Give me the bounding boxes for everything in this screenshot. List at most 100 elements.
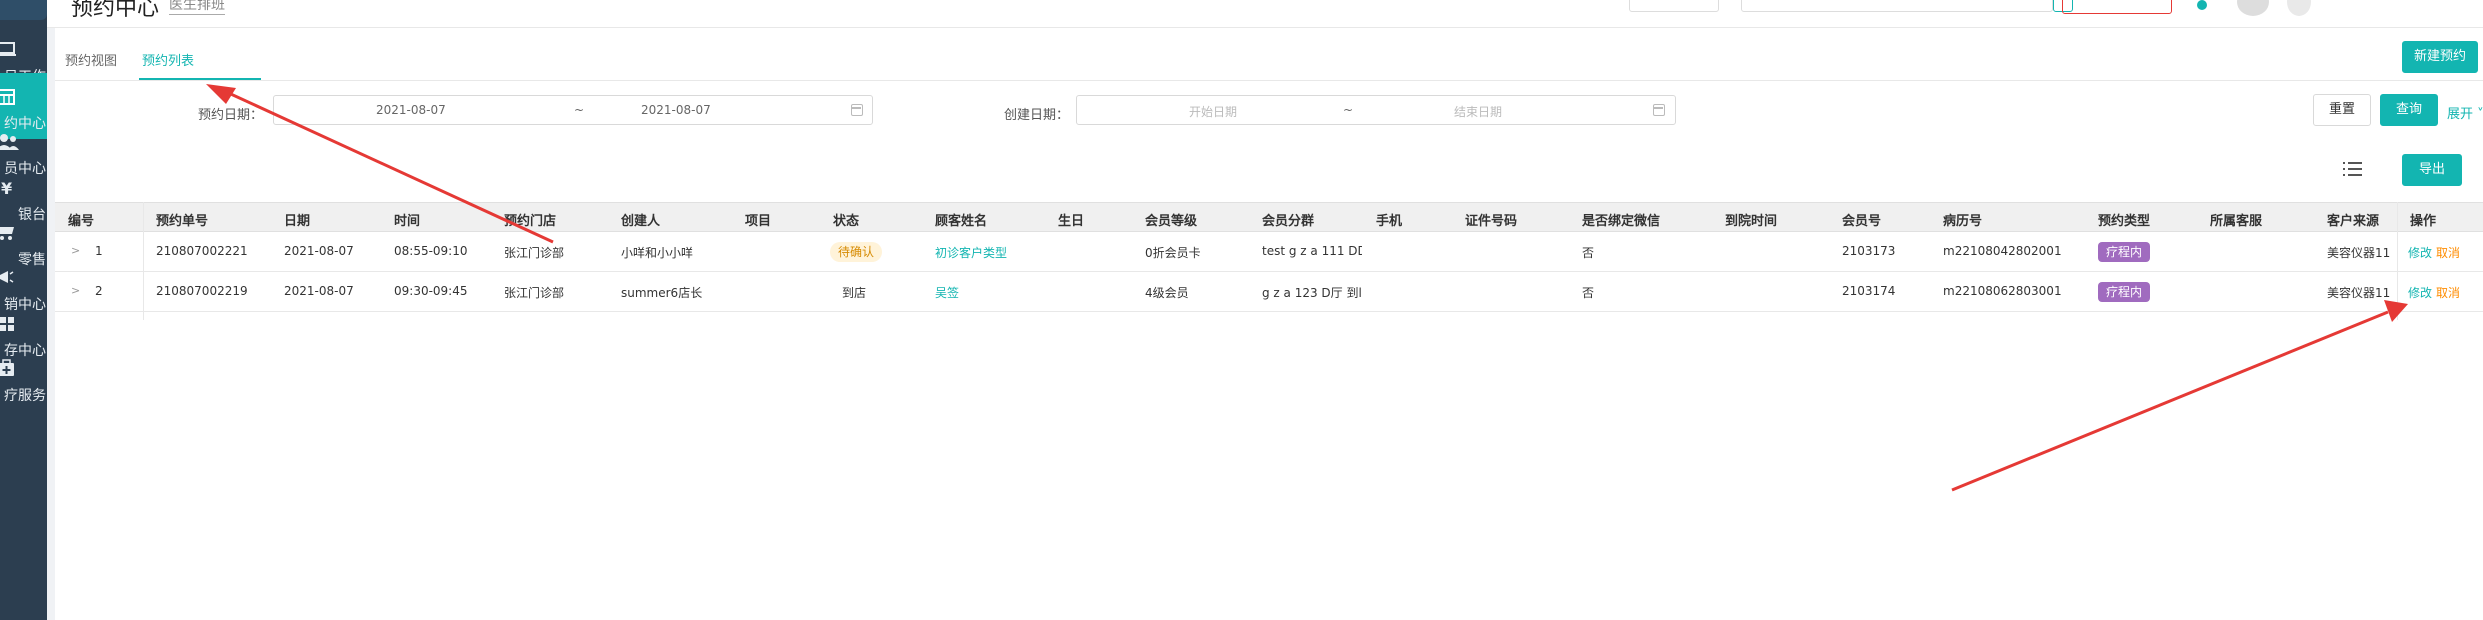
cell-order-no: 210807002219 xyxy=(156,284,248,298)
medkit-icon xyxy=(0,359,22,379)
col-service-staff: 所属客服 xyxy=(2210,214,2263,229)
table-row[interactable]: > 1 210807002221 2021-08-07 08:55-09:10 … xyxy=(55,232,2483,272)
cell-store: 张江门诊部 xyxy=(504,286,565,300)
col-member-no: 会员号 xyxy=(1842,214,1882,229)
cell-time: 09:30-09:45 xyxy=(394,284,468,298)
col-project: 项目 xyxy=(745,214,772,229)
query-button[interactable]: 查询 xyxy=(2380,94,2438,126)
range-separator: ~ xyxy=(574,103,585,117)
cell-index: 1 xyxy=(95,244,103,258)
col-member-level: 会员等级 xyxy=(1145,214,1198,229)
status-text: 到店 xyxy=(842,286,867,300)
col-id-number: 证件号码 xyxy=(1465,214,1518,229)
cell-member-no: 2103174 xyxy=(1842,284,1896,298)
cell-wechat-bound: 否 xyxy=(1582,286,1595,300)
col-creator: 创建人 xyxy=(621,214,661,229)
range-separator: ~ xyxy=(1343,103,1354,117)
edit-link[interactable]: 修改 xyxy=(2408,286,2432,300)
cell-date: 2021-08-07 xyxy=(284,284,354,298)
col-source: 客户来源 xyxy=(2327,214,2380,229)
reset-button[interactable]: 重置 xyxy=(2313,94,2371,126)
cell-order-no: 210807002221 xyxy=(156,244,248,258)
megaphone-icon xyxy=(0,268,22,288)
appointment-end-date: 2021-08-07 xyxy=(641,103,711,117)
cell-source: 美容仪器11 xyxy=(2327,246,2391,260)
grid-icon xyxy=(0,314,22,334)
cell-creator: 小咩和小小咩 xyxy=(621,246,694,260)
alert-button[interactable] xyxy=(2062,0,2172,14)
customer-link[interactable]: 吴签 xyxy=(935,284,959,301)
avatar[interactable] xyxy=(2237,0,2269,16)
appointment-date-range[interactable]: 2021-08-07 ~ 2021-08-07 xyxy=(273,95,873,125)
cell-member-group: g z a 123 D厅 到l xyxy=(1262,286,1362,300)
global-search-input[interactable] xyxy=(1741,0,2053,12)
appt-type-badge: 疗程内 xyxy=(2098,282,2151,302)
col-date: 日期 xyxy=(284,214,311,229)
cell-source: 美容仪器11 xyxy=(2327,286,2391,300)
expand-row-icon[interactable]: > xyxy=(71,244,80,257)
created-date-label: 创建日期： xyxy=(1004,108,1070,123)
app-logo xyxy=(0,0,47,20)
cell-date: 2021-08-07 xyxy=(284,244,354,258)
svg-text:¥: ¥ xyxy=(1,179,12,198)
calendar-icon xyxy=(1653,104,1665,116)
sidebar: 日工作 约中心 员中心 ¥ 银台 零售 xyxy=(0,0,47,620)
new-appointment-button[interactable]: 新建预约 xyxy=(2402,41,2478,73)
appointment-date-label: 预约日期： xyxy=(198,108,264,123)
store-selector[interactable] xyxy=(1629,0,1719,12)
appointment-start-date: 2021-08-07 xyxy=(376,103,446,117)
tab-appointment-view[interactable]: 预约视图 xyxy=(65,50,117,69)
cell-wechat-bound: 否 xyxy=(1582,246,1595,260)
cell-member-level: 4级会员 xyxy=(1145,286,1189,300)
expand-label: 展开 xyxy=(2447,107,2474,122)
table-header: 编号 预约单号 日期 时间 预约门店 创建人 项目 状态 顾客姓名 生日 会员等… xyxy=(55,202,2483,232)
column-settings-icon[interactable] xyxy=(2343,160,2363,178)
status-dot-icon xyxy=(2197,0,2207,10)
cell-member-level: 0折会员卡 xyxy=(1145,246,1201,260)
tab-appointment-list[interactable]: 预约列表 xyxy=(142,50,194,69)
created-date-range[interactable]: 开始日期 ~ 结束日期 xyxy=(1076,95,1676,125)
page-title: 预约中心 xyxy=(71,0,160,21)
table-row[interactable]: > 2 210807002219 2021-08-07 09:30-09:45 … xyxy=(55,272,2483,312)
column-divider xyxy=(2397,202,2398,320)
cancel-link[interactable]: 取消 xyxy=(2436,246,2460,260)
expand-link[interactable]: 展开 ˅ xyxy=(2447,103,2483,122)
top-header: 预约中心 医生排班 xyxy=(47,0,2483,28)
users-icon xyxy=(0,132,22,152)
col-index: 编号 xyxy=(68,214,95,229)
cart-icon xyxy=(0,223,22,243)
export-button[interactable]: 导出 xyxy=(2402,154,2462,186)
col-phone: 手机 xyxy=(1376,214,1403,229)
appt-type-badge: 疗程内 xyxy=(2098,242,2151,262)
sidebar-item-medical-service[interactable]: 疗服务 xyxy=(0,345,47,411)
cell-record-no: m22108042802001 xyxy=(1943,244,2062,258)
col-wechat-bound: 是否绑定微信 xyxy=(1582,214,1661,229)
settings-icon[interactable] xyxy=(2287,0,2311,16)
calendar-icon xyxy=(851,104,863,116)
created-start-placeholder: 开始日期 xyxy=(1189,105,1238,119)
cell-index: 2 xyxy=(95,284,103,298)
col-actions: 操作 xyxy=(2410,214,2437,229)
edit-link[interactable]: 修改 xyxy=(2408,246,2432,260)
cell-member-no: 2103173 xyxy=(1842,244,1896,258)
cancel-link[interactable]: 取消 xyxy=(2436,286,2460,300)
status-badge: 待确认 xyxy=(830,242,883,262)
sidebar-item-label: 疗服务 xyxy=(4,388,46,404)
created-end-placeholder: 结束日期 xyxy=(1454,105,1503,119)
col-record-no: 病历号 xyxy=(1943,214,1983,229)
customer-link[interactable]: 初诊客户类型 xyxy=(935,244,1007,261)
col-customer-name: 顾客姓名 xyxy=(935,214,988,229)
header-subtitle-link[interactable]: 医生排班 xyxy=(169,0,225,15)
yen-icon: ¥ xyxy=(0,178,22,198)
col-member-group: 会员分群 xyxy=(1262,214,1315,229)
col-appt-type: 预约类型 xyxy=(2098,214,2151,229)
col-status: 状态 xyxy=(833,214,860,229)
col-birthday: 生日 xyxy=(1058,214,1085,229)
main-panel: 预约视图 预约列表 新建预约 预约日期： 2021-08-07 ~ 2021-0… xyxy=(55,28,2483,620)
column-divider xyxy=(143,202,144,320)
cell-creator: summer6店长 xyxy=(621,286,703,300)
laptop-icon xyxy=(0,40,22,60)
cell-record-no: m22108062803001 xyxy=(1943,284,2062,298)
cell-time: 08:55-09:10 xyxy=(394,244,468,258)
expand-row-icon[interactable]: > xyxy=(71,284,80,297)
